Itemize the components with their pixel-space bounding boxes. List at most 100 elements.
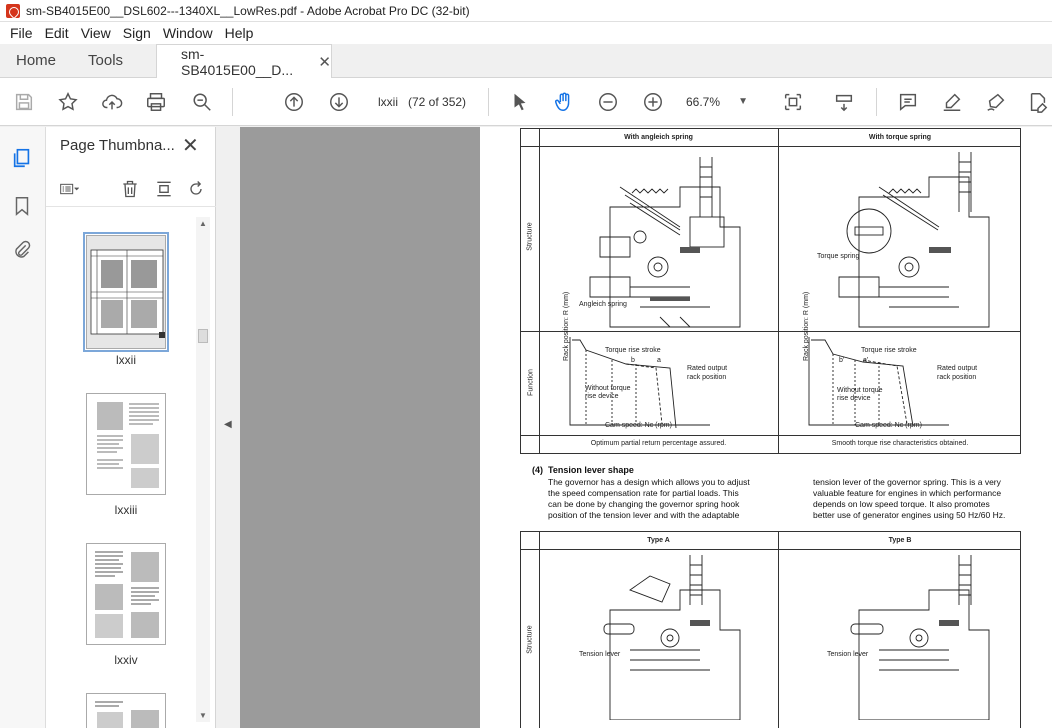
governor-drawing bbox=[850, 555, 990, 720]
scroll-down-icon[interactable]: ▼ bbox=[199, 711, 207, 720]
table-caption: Optimum partial return percentage assure… bbox=[590, 440, 727, 447]
rise-device-label: rise device bbox=[837, 395, 871, 402]
chevron-down-icon: ▼ bbox=[738, 96, 748, 107]
document-view[interactable]: With angleich spring With torque spring … bbox=[240, 127, 1052, 728]
tension-lever-label: Tension lever bbox=[579, 651, 621, 658]
thumbnails-scrollbar[interactable]: ▲ ▼ bbox=[196, 217, 210, 722]
attachments-icon[interactable] bbox=[11, 239, 35, 263]
menu-bar: File Edit View Sign Window Help bbox=[0, 22, 1052, 44]
hand-tool-icon[interactable] bbox=[552, 90, 576, 114]
torque-rise-stroke-label: Torque rise stroke bbox=[861, 347, 917, 354]
tab-document[interactable]: sm-SB4015E00__D... ✕ bbox=[156, 44, 332, 79]
options-menu-icon[interactable] bbox=[60, 179, 94, 199]
page-fit-icon[interactable] bbox=[776, 90, 810, 114]
without-torque-label: Without torque bbox=[837, 387, 883, 394]
page-number-input[interactable]: lxxii bbox=[372, 91, 404, 113]
comment-icon[interactable] bbox=[896, 90, 920, 114]
point-label: a' bbox=[863, 357, 869, 364]
section-title: Tension lever shape bbox=[548, 465, 634, 475]
window-title: sm-SB4015E00__DSL602---1340XL__LowRes.pd… bbox=[26, 3, 470, 18]
scroll-up-icon[interactable]: ▲ bbox=[199, 219, 207, 228]
title-bar: sm-SB4015E00__DSL602---1340XL__LowRes.pd… bbox=[0, 0, 1052, 22]
thumbnails-panel-title: Page Thumbna... bbox=[60, 137, 175, 154]
chevron-left-icon: ◀ bbox=[224, 419, 232, 430]
comparison-table: Type A Type B Structure Tension lever Te… bbox=[520, 531, 1021, 728]
bookmarks-icon[interactable] bbox=[11, 195, 35, 219]
scrollbar-thumb[interactable] bbox=[198, 329, 208, 343]
menu-help[interactable]: Help bbox=[219, 25, 260, 41]
bookmark-star-icon[interactable] bbox=[56, 90, 80, 114]
y-axis-label: Rack position: R (mm) bbox=[803, 291, 810, 361]
print-icon[interactable] bbox=[144, 90, 168, 114]
toolbar-separator bbox=[232, 88, 233, 116]
page-thumbnails-icon[interactable] bbox=[11, 147, 35, 171]
thumbnails-toolbar bbox=[46, 171, 216, 207]
draw-sign-icon[interactable] bbox=[984, 90, 1008, 114]
governor-drawing bbox=[838, 152, 990, 328]
upload-cloud-icon[interactable] bbox=[100, 90, 124, 114]
tab-document-label: sm-SB4015E00__D... bbox=[181, 46, 294, 78]
scroll-mode-icon[interactable] bbox=[832, 90, 856, 114]
acrobat-icon bbox=[6, 3, 20, 18]
menu-view[interactable]: View bbox=[75, 25, 117, 41]
section-number: (4) bbox=[532, 465, 543, 475]
torque-spring-label: Torque spring bbox=[817, 253, 860, 260]
menu-edit[interactable]: Edit bbox=[39, 25, 75, 41]
toolbar-separator bbox=[876, 88, 877, 116]
zoom-level-select[interactable]: 66.7% ▼ bbox=[686, 90, 752, 114]
section-body-left: The governor has a design which allows y… bbox=[548, 477, 750, 520]
pdf-page: With angleich spring With torque spring … bbox=[480, 127, 1052, 728]
extract-pages-icon[interactable] bbox=[154, 179, 176, 199]
point-label: b bbox=[631, 357, 635, 364]
tab-home[interactable]: Home bbox=[0, 44, 72, 77]
menu-file[interactable]: File bbox=[4, 25, 39, 41]
toolbar-separator bbox=[488, 88, 489, 116]
row-label: Structure bbox=[526, 222, 534, 251]
delete-icon[interactable] bbox=[120, 179, 142, 199]
highlight-pen-icon[interactable] bbox=[940, 90, 964, 114]
governor-drawing bbox=[603, 555, 741, 720]
thumbnail-label: lxxii bbox=[116, 353, 136, 367]
table-caption: Smooth torque rise characteristics obtai… bbox=[831, 440, 969, 447]
thumbnail-label: lxxiii bbox=[114, 503, 138, 517]
point-label: b' bbox=[839, 357, 845, 364]
menu-sign[interactable]: Sign bbox=[117, 25, 157, 41]
page-count-label: (72 of 352) bbox=[408, 95, 467, 109]
tension-lever-label: Tension lever bbox=[827, 651, 869, 658]
comparison-table: With angleich spring With torque spring … bbox=[520, 128, 1021, 454]
torque-rise-stroke-label: Torque rise stroke bbox=[605, 347, 661, 354]
thumbnails-list: lxxii lxxiii lxxiv bbox=[46, 217, 196, 728]
previous-page-icon[interactable] bbox=[282, 90, 306, 114]
zoom-level-value: 66.7% bbox=[686, 95, 721, 109]
select-cursor-icon[interactable] bbox=[508, 90, 532, 114]
x-axis-label: Cam speed: Nc (rpm) bbox=[855, 422, 922, 429]
thumbnail-preview bbox=[95, 551, 159, 638]
column-header: With torque spring bbox=[868, 134, 932, 141]
thumbnail-preview bbox=[90, 249, 165, 338]
page-thumbnail[interactable] bbox=[86, 393, 166, 495]
collapse-panel-handle[interactable]: ◀ bbox=[216, 127, 240, 728]
menu-window[interactable]: Window bbox=[157, 25, 219, 41]
tab-tools[interactable]: Tools bbox=[72, 44, 139, 77]
row-label: Function bbox=[527, 369, 535, 396]
navigation-pane bbox=[0, 127, 46, 728]
page-thumbnail[interactable] bbox=[83, 232, 169, 352]
rotate-icon[interactable] bbox=[186, 179, 208, 199]
page-thumbnail[interactable] bbox=[86, 693, 166, 728]
next-page-icon[interactable] bbox=[327, 90, 351, 114]
close-icon[interactable]: ✕ bbox=[182, 133, 199, 158]
tab-bar: Home Tools sm-SB4015E00__D... ✕ bbox=[0, 44, 1052, 79]
zoom-in-icon[interactable] bbox=[641, 90, 665, 114]
point-label: a bbox=[657, 357, 661, 364]
governor-drawing bbox=[589, 157, 741, 328]
close-tab-icon[interactable]: ✕ bbox=[318, 53, 331, 71]
zoom-out-icon[interactable] bbox=[596, 90, 620, 114]
save-icon[interactable] bbox=[12, 90, 36, 114]
x-axis-label: Cam speed: Nc (rpm) bbox=[605, 422, 672, 429]
edit-pdf-icon[interactable] bbox=[1026, 90, 1050, 114]
page-thumbnail[interactable] bbox=[86, 543, 166, 645]
without-torque-label: Without torque bbox=[585, 385, 631, 392]
thumbnail-preview bbox=[97, 402, 159, 488]
zoom-search-icon[interactable] bbox=[190, 90, 214, 114]
column-header: With angleich spring bbox=[624, 134, 693, 141]
